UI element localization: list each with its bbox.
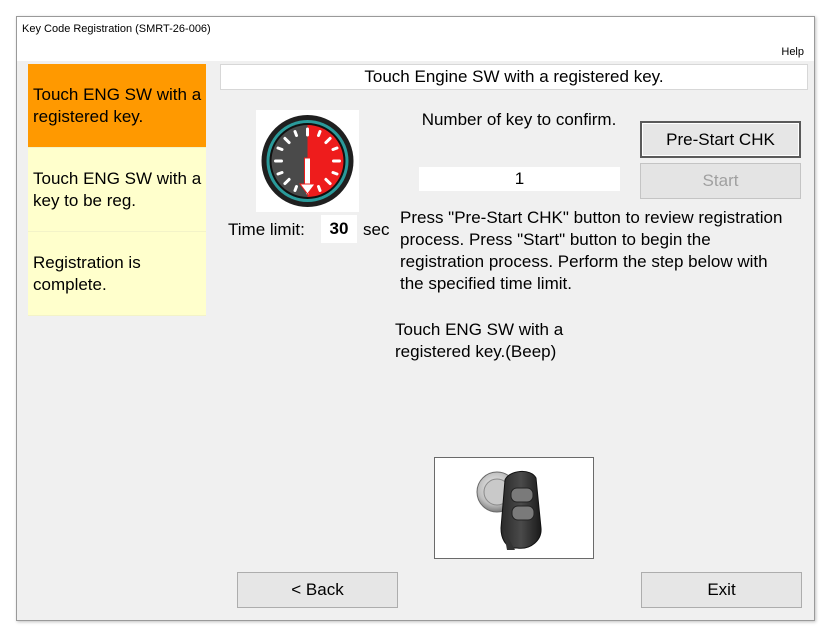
pre-start-check-button[interactable]: Pre-Start CHK: [640, 121, 801, 158]
back-button[interactable]: < Back: [237, 572, 398, 608]
title-bar: Key Code Registration (SMRT-26-006): [17, 17, 814, 43]
start-button[interactable]: Start: [640, 163, 801, 199]
action-text: Touch ENG SW with a registered key.(Beep…: [395, 320, 564, 361]
step-3-label: Registration is complete.: [33, 253, 141, 294]
step-1: Touch ENG SW with a registered key.: [28, 64, 206, 148]
help-menu[interactable]: Help: [781, 46, 804, 58]
time-limit-value: 30: [321, 215, 357, 243]
time-limit-label: Time limit:: [228, 220, 305, 239]
key-count-label: Number of key to confirm.: [421, 110, 617, 129]
step-header: Touch Engine SW with a registered key.: [220, 64, 808, 90]
instructions-text: Press "Pre-Start CHK" button to review r…: [400, 208, 783, 293]
menu-bar: Help: [17, 43, 814, 61]
smart-key-touch-engine-switch-image: [434, 457, 594, 559]
step-2: Touch ENG SW with a key to be reg.: [28, 148, 206, 232]
time-limit-unit: sec: [363, 220, 390, 239]
key-count-value: 1: [419, 167, 620, 191]
step-1-label: Touch ENG SW with a registered key.: [33, 85, 202, 126]
step-2-label: Touch ENG SW with a key to be reg.: [33, 169, 202, 210]
step-3: Registration is complete.: [28, 232, 206, 316]
window-title: Key Code Registration (SMRT-26-006): [22, 23, 211, 35]
exit-button[interactable]: Exit: [641, 572, 802, 608]
timer-gauge-icon: [256, 110, 359, 212]
app-window: Key Code Registration (SMRT-26-006) Help…: [16, 16, 815, 621]
step-list: Touch ENG SW with a registered key. Touc…: [28, 64, 206, 316]
